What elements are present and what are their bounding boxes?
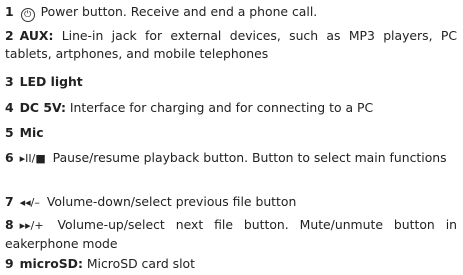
fast-forward-icon: ▸▸/+ — [19, 219, 44, 232]
item-number: 3 — [5, 74, 14, 89]
item-label: DC 5V: — [19, 100, 66, 115]
item-text: Volume-down/select previous file button — [42, 194, 297, 209]
item-text: Power button. Receive and end a phone ca… — [40, 4, 318, 19]
item-number: 8 — [5, 217, 14, 232]
item-text: Line-in jack for external devices, such … — [5, 28, 457, 61]
device-parts-legend: 1 ⏻ Power button. Receive and end a phone … — [0, 0, 463, 275]
play-pause-icon: ▸II/■ — [19, 152, 46, 165]
item-number: 2 — [5, 28, 14, 43]
item-number: 6 — [5, 150, 14, 165]
item-number: 7 — [5, 194, 14, 209]
list-item: 7 ◂◂/– Volume-down/select previous file b… — [5, 193, 457, 212]
list-item: 9 microSD: MicroSD card slot — [5, 255, 457, 273]
item-number: 9 — [5, 256, 14, 271]
list-item: 2 AUX: Line-in jack for external devices,… — [5, 27, 457, 63]
item-number: 5 — [5, 125, 14, 140]
item-label: Mic — [19, 125, 44, 140]
item-label: microSD: — [19, 256, 83, 271]
list-item: 4 DC 5V: Interface for charging and for c… — [5, 99, 457, 117]
list-item: 3 LED light — [5, 73, 457, 91]
rewind-icon: ◂◂/– — [19, 196, 40, 209]
item-number: 4 — [5, 100, 14, 115]
list-item: 6 ▸II/■ Pause/resume playback button. But… — [5, 149, 457, 168]
item-label: AUX: — [19, 28, 54, 43]
item-number: 1 — [5, 4, 14, 19]
item-text: Interface for charging and for connectin… — [65, 100, 374, 115]
power-icon: ⏻ — [20, 8, 35, 22]
item-text: Volume-up/select next file button. Mute/… — [5, 217, 457, 251]
item-text: Pause/resume playback button. Button to … — [48, 150, 447, 165]
list-item: 5 Mic — [5, 124, 457, 142]
item-label: LED light — [19, 74, 83, 89]
list-item: 1 ⏻ Power button. Receive and end a phone … — [5, 3, 457, 22]
item-text: MicroSD card slot — [82, 256, 195, 271]
list-item: 8 ▸▸/+ Volume-up/select next file button.… — [5, 216, 457, 253]
